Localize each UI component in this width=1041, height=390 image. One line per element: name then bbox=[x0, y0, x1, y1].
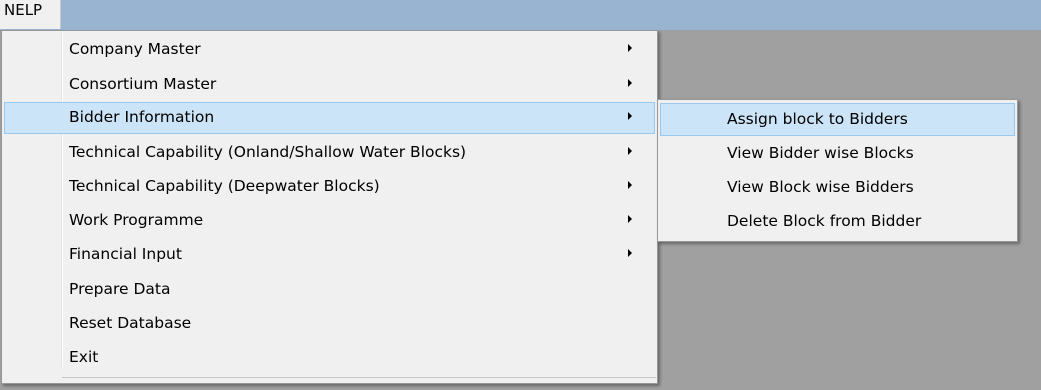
submenu-arrow-icon bbox=[628, 112, 632, 120]
menu-item-label: Delete Block from Bidder bbox=[727, 212, 922, 230]
menu-item-label: Work Programme bbox=[69, 211, 204, 229]
menu-item-view-block-wise-bidders[interactable]: View Block wise Bidders bbox=[660, 171, 1015, 204]
menu-item-prepare-data[interactable]: Prepare Data bbox=[4, 274, 655, 306]
menu-item-technical-capability-deepwater[interactable]: Technical Capability (Deepwater Blocks) bbox=[4, 171, 655, 203]
menu-item-label: Financial Input bbox=[69, 245, 182, 263]
submenu-arrow-icon bbox=[628, 181, 632, 189]
menu-item-delete-block-from-bidder[interactable]: Delete Block from Bidder bbox=[660, 205, 1015, 238]
menu-item-label: Bidder Information bbox=[69, 108, 215, 126]
menu-item-assign-block-to-bidders[interactable]: Assign block to Bidders bbox=[660, 103, 1015, 136]
nelp-dropdown-menu: Company Master Consortium Master Bidder … bbox=[1, 30, 658, 384]
menu-item-label: Consortium Master bbox=[69, 75, 217, 93]
submenu-arrow-icon bbox=[628, 215, 632, 223]
menu-item-consortium-master[interactable]: Consortium Master bbox=[4, 69, 655, 101]
menu-item-label: View Bidder wise Blocks bbox=[727, 144, 914, 162]
menu-item-bidder-information[interactable]: Bidder Information bbox=[4, 102, 655, 134]
submenu-arrow-icon bbox=[628, 249, 632, 257]
bidder-information-submenu: Assign block to Bidders View Bidder wise… bbox=[657, 99, 1018, 242]
menu-item-reset-database[interactable]: Reset Database bbox=[4, 308, 655, 340]
menu-item-view-bidder-wise-blocks[interactable]: View Bidder wise Blocks bbox=[660, 137, 1015, 170]
menu-item-label: Assign block to Bidders bbox=[727, 110, 908, 128]
menu-item-label: Technical Capability (Onland/Shallow Wat… bbox=[69, 143, 467, 161]
submenu-arrow-icon bbox=[628, 44, 632, 52]
menu-item-exit[interactable]: Exit bbox=[4, 342, 655, 374]
menu-item-label: View Block wise Bidders bbox=[727, 178, 914, 196]
menu-item-work-programme[interactable]: Work Programme bbox=[4, 205, 655, 237]
menu-item-label: Technical Capability (Deepwater Blocks) bbox=[69, 177, 380, 195]
menu-item-label: Prepare Data bbox=[69, 280, 171, 298]
menu-item-label: Exit bbox=[69, 348, 99, 366]
menu-item-label: Reset Database bbox=[69, 314, 192, 332]
menu-nelp[interactable]: NELP bbox=[0, 0, 61, 29]
menu-bar: NELP bbox=[0, 0, 1041, 30]
menu-item-technical-capability-onland[interactable]: Technical Capability (Onland/Shallow Wat… bbox=[4, 137, 655, 169]
submenu-arrow-icon bbox=[628, 147, 632, 155]
submenu-arrow-icon bbox=[628, 79, 632, 87]
menu-item-company-master[interactable]: Company Master bbox=[4, 34, 655, 66]
menu-separator bbox=[62, 377, 656, 378]
menu-item-financial-input[interactable]: Financial Input bbox=[4, 239, 655, 271]
menu-item-label: Company Master bbox=[69, 40, 201, 58]
